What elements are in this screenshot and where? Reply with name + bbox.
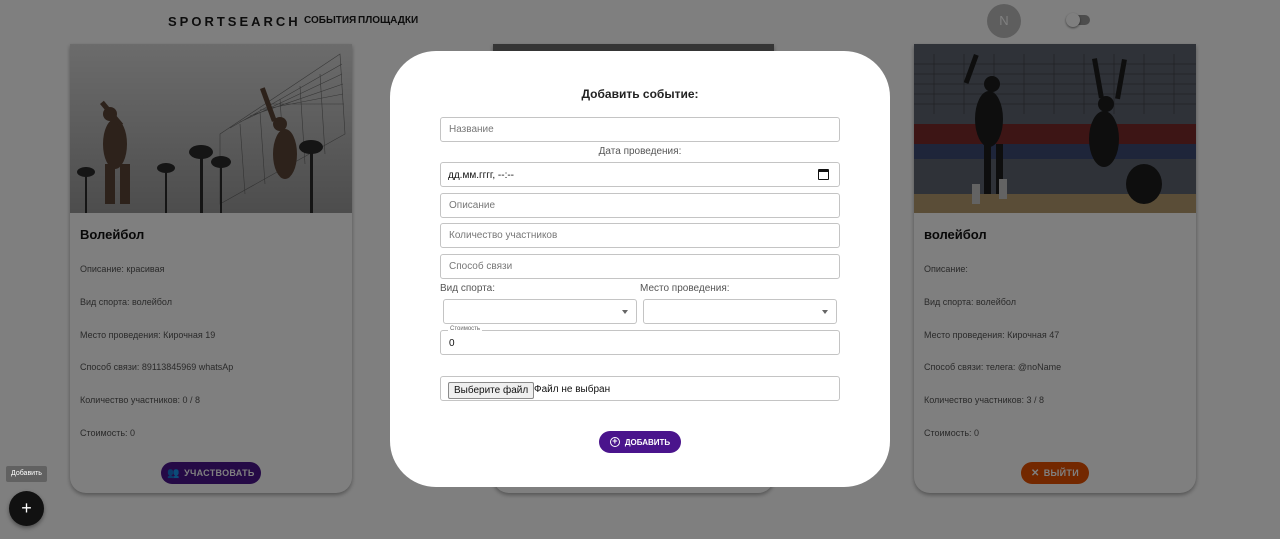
date-label: Дата проведения: [598,146,682,157]
choose-file-button[interactable]: Выберите файл [448,382,535,399]
contact-input[interactable] [441,255,839,278]
venue-label: Место проведения: [640,283,730,294]
submit-label: ДОБАВИТЬ [624,437,671,447]
participants-field[interactable] [440,223,840,248]
name-input[interactable] [441,118,839,141]
venue-select[interactable] [643,299,837,324]
file-field: Выберите файл Файл не выбран [440,376,840,401]
cost-label: Стоимость [448,326,483,332]
add-event-dialog: Добавить событие: Дата проведения: дд.мм… [390,51,890,487]
participants-input[interactable] [441,224,839,247]
add-circle-icon: + [609,437,620,447]
file-status: Файл не выбран [534,384,611,395]
sport-label: Вид спорта: [440,283,495,294]
chevron-down-icon [822,310,828,314]
description-field[interactable] [440,193,840,218]
name-field[interactable] [440,117,840,142]
cost-value: 0 [449,338,455,349]
contact-field[interactable] [440,254,840,279]
sport-select[interactable] [443,299,637,324]
date-field[interactable]: дд.мм.гггг, --:-- [440,162,840,187]
add-tooltip: Добавить [6,466,47,482]
add-event-fab[interactable]: + [9,491,44,526]
calendar-icon[interactable] [818,169,829,180]
plus-icon: + [21,498,32,518]
dialog-title: Добавить событие: [581,87,699,101]
chevron-down-icon [622,310,628,314]
submit-add-button[interactable]: + ДОБАВИТЬ [599,431,681,453]
description-input[interactable] [441,194,839,217]
date-value: дд.мм.гггг, --:-- [448,170,515,181]
cost-field[interactable]: Стоимость 0 [440,326,840,355]
